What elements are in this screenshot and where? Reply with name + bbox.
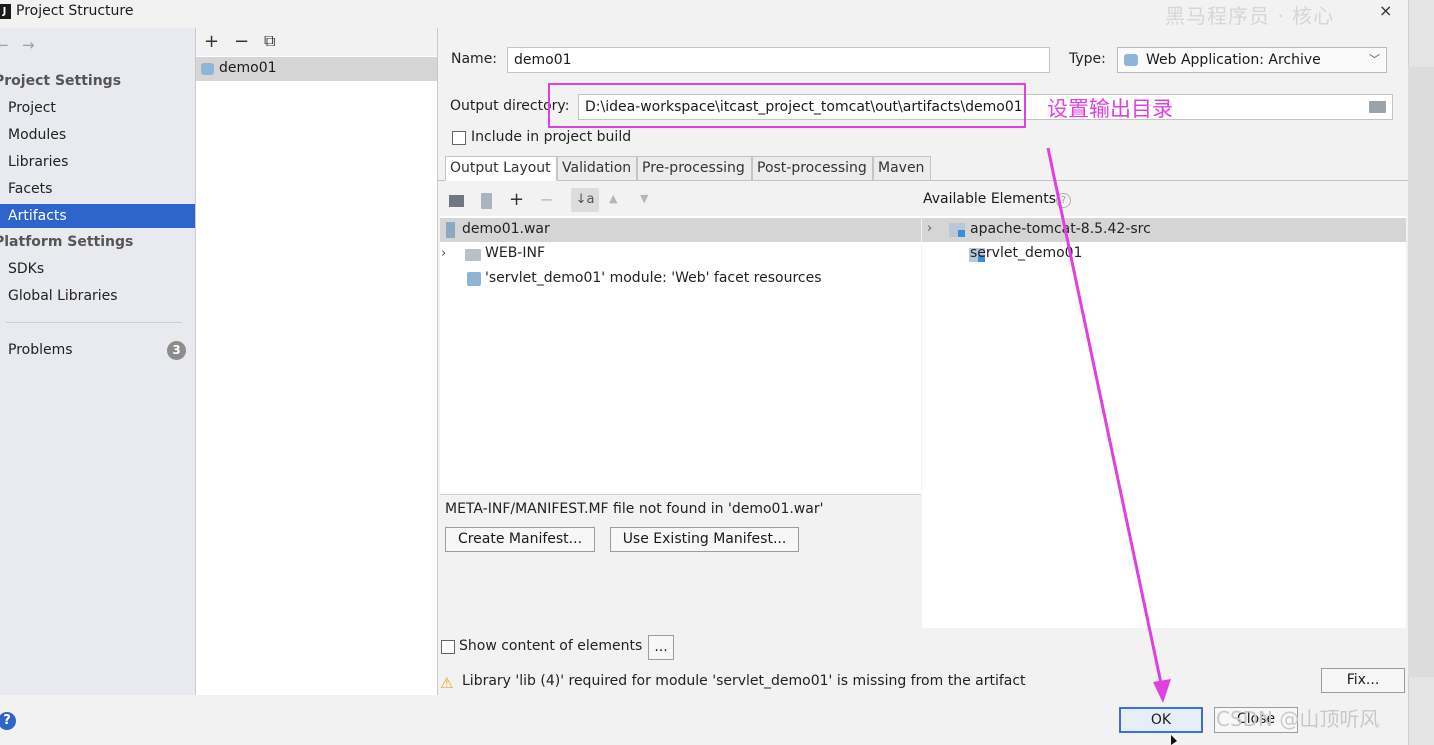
tree-row-facet-label[interactable]: 'servlet_demo01' module: 'Web' facet res… [485,270,822,286]
add-archive-icon[interactable] [481,193,492,209]
watermark: CSDN @山顶听风 [1216,707,1380,731]
tree-row-web-inf-label[interactable]: WEB-INF [485,245,545,261]
window-title: Project Structure [16,3,134,19]
available-row-servlet-label[interactable]: servlet_demo01 [970,245,1082,261]
tab-pre-processing[interactable]: Pre-processing [637,156,752,181]
watermark-top: 黑马程序员 · 核心 [1165,4,1335,28]
sort-elements-icon[interactable]: ↓a [571,188,599,212]
available-elements-tree [922,216,1406,628]
ok-button[interactable]: OK [1119,707,1203,733]
include-in-build-checkbox[interactable] [452,131,466,145]
sidebar-item-problems[interactable]: Problems [0,338,195,362]
war-archive-icon [446,222,455,238]
fix-button[interactable]: Fix... [1321,668,1405,693]
web-artifact-icon [201,63,214,75]
app-icon: J [0,4,11,19]
artifact-list-toolbar [196,28,437,56]
sidebar-divider [6,322,182,323]
right-edge-shade [1408,67,1434,677]
tab-post-processing[interactable]: Post-processing [752,156,873,181]
annotation-label: 设置输出目录 [1047,97,1173,121]
artifact-list-item-label: demo01 [219,60,277,76]
tree-row-war-label: demo01.war [462,221,550,237]
sidebar-item-project[interactable]: Project [0,96,195,120]
available-row-tomcat-label: apache-tomcat-8.5.42-src [970,221,1151,237]
include-in-build-label: Include in project build [471,129,632,145]
type-label: Type: [1069,51,1106,67]
available-elements-header: Available Elements [923,191,1057,207]
warning-message: Library 'lib (4)' required for module 's… [462,673,1026,689]
web-facet-icon [467,272,481,286]
type-select-value: Web Application: Archive [1146,52,1321,68]
sidebar-item-sdks[interactable]: SDKs [0,257,195,281]
create-directory-icon[interactable] [449,195,464,207]
chevron-down-icon[interactable]: ﹀ [1369,51,1380,67]
sidebar-item-global-libraries[interactable]: Global Libraries [0,284,195,308]
sidebar-item-libraries[interactable]: Libraries [0,150,195,174]
manifest-divider [440,494,921,495]
show-content-label: Show content of elements [459,638,643,654]
project-settings-header: Project Settings [0,73,122,89]
move-up-icon[interactable]: ▲ [609,192,617,205]
module-icon [949,223,965,237]
browse-folder-icon[interactable] [1369,101,1386,113]
sidebar-item-artifacts[interactable]: Artifacts [0,204,195,228]
add-element-icon[interactable]: + [509,189,524,210]
name-label: Name: [451,51,498,67]
move-down-icon[interactable]: ▼ [640,192,648,205]
manifest-message: META-INF/MANIFEST.MF file not found in '… [445,501,824,517]
show-content-checkbox[interactable] [441,640,455,654]
copy-artifact-icon[interactable]: ⧉ [264,31,275,51]
create-manifest-button[interactable]: Create Manifest... [445,527,595,552]
remove-element-icon[interactable]: − [540,190,553,209]
annotation-highlight-box [548,83,1026,128]
expand-arrow-icon[interactable]: › [441,246,446,261]
warning-icon: ⚠ [440,674,454,692]
add-artifact-icon[interactable]: + [204,31,219,52]
back-arrow-icon[interactable]: ← [0,36,9,54]
tab-output-layout[interactable]: Output Layout [445,156,557,181]
forward-arrow-icon[interactable]: → [22,36,35,54]
tab-validation[interactable]: Validation [557,156,637,181]
artifact-list-panel [196,28,438,695]
name-input[interactable]: demo01 [507,47,1050,73]
web-app-icon [1124,54,1138,66]
sidebar-item-modules[interactable]: Modules [0,123,195,147]
folder-icon [465,249,481,261]
show-content-options-button[interactable]: ... [648,635,674,660]
platform-settings-header: Platform Settings [0,234,134,250]
tab-maven[interactable]: Maven [873,156,931,181]
problems-count-badge: 3 [167,341,186,360]
type-select[interactable]: Web Application: Archive [1117,47,1387,73]
sidebar-item-facets[interactable]: Facets [0,177,195,201]
expand-arrow-icon[interactable]: › [927,221,932,236]
help-icon-small[interactable]: ? [1056,193,1071,208]
use-existing-manifest-button[interactable]: Use Existing Manifest... [610,527,799,552]
remove-artifact-icon[interactable]: − [234,31,249,52]
window-close-icon[interactable]: × [1379,1,1392,20]
